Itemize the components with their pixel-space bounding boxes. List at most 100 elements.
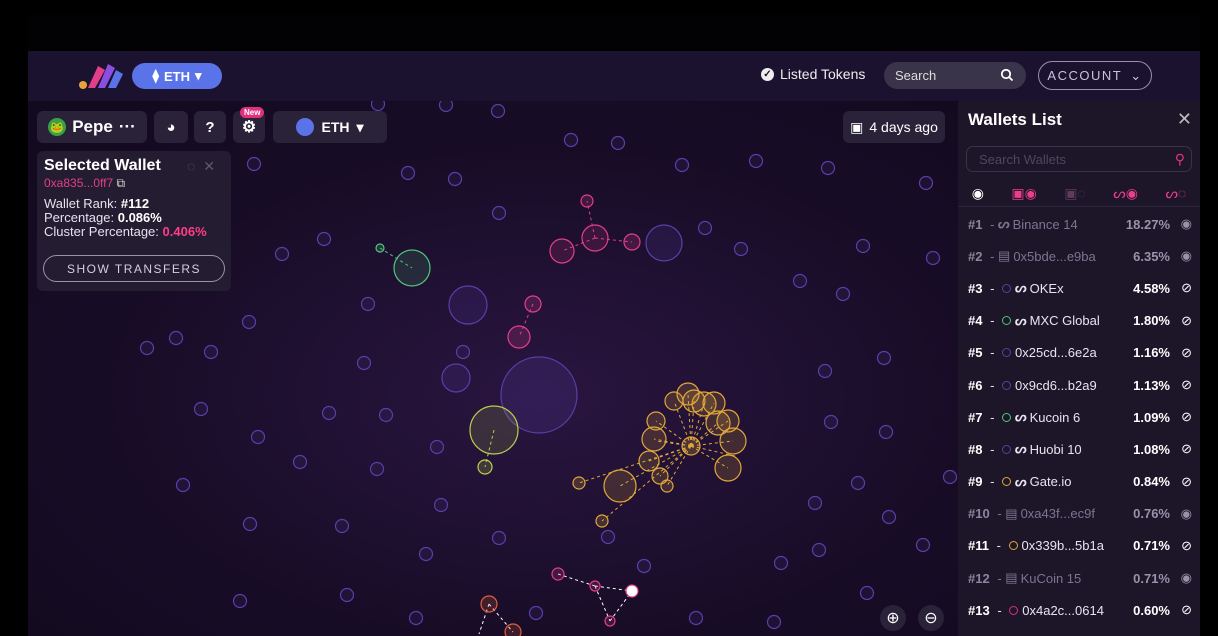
wallet-bubble[interactable]	[600, 529, 616, 545]
wallet-bubble[interactable]	[697, 220, 713, 236]
hide-eye-icon[interactable]: ◌	[187, 158, 203, 174]
wallet-bubble[interactable]	[429, 439, 445, 455]
exchanges-filter-icon[interactable]: ᔕ◉	[1113, 185, 1138, 202]
wallet-bubble[interactable]	[748, 153, 764, 169]
wallet-bubble[interactable]	[232, 593, 248, 609]
wallet-bubble[interactable]	[604, 615, 616, 627]
wallet-bubble[interactable]	[378, 407, 394, 423]
bubble-map[interactable]: 🐸 Pepe ··· ◕ ? ⚙ New ETH ▾ ▣ 4 days ago …	[28, 101, 958, 636]
wallet-bubble[interactable]	[334, 518, 350, 534]
wallet-row[interactable]: #12 - ▤ KuCoin 15 0.71% ◉	[958, 562, 1200, 594]
wallet-bubble[interactable]	[589, 580, 601, 592]
wallet-bubble[interactable]	[316, 231, 332, 247]
wallet-bubble[interactable]	[563, 132, 579, 148]
wallet-row[interactable]: #7 - ᔕ Kucoin 6 1.09% ⊘	[958, 401, 1200, 433]
wallet-bubble[interactable]	[400, 165, 416, 181]
wallet-bubble[interactable]	[766, 614, 782, 630]
wallet-bubble[interactable]	[408, 610, 424, 626]
wallet-bubble[interactable]	[835, 286, 851, 302]
wallet-bubble[interactable]	[370, 101, 386, 112]
wallet-bubble[interactable]	[636, 558, 652, 574]
contracts-filter-icon[interactable]: ▣◉	[1011, 185, 1036, 202]
wallet-bubble[interactable]	[246, 156, 262, 172]
wallet-bubble[interactable]	[702, 391, 726, 415]
wallet-bubble[interactable]	[441, 363, 471, 393]
eye-off-icon[interactable]: ⊘	[1181, 602, 1192, 618]
wallet-bubble[interactable]	[688, 610, 704, 626]
eye-icon[interactable]: ◉	[1181, 506, 1192, 522]
eye-off-icon[interactable]: ⊘	[1181, 538, 1192, 554]
wallet-bubble[interactable]	[551, 567, 565, 581]
wallet-bubble[interactable]	[447, 171, 463, 187]
wallet-bubble[interactable]	[855, 238, 871, 254]
listed-tokens-link[interactable]: ✓ Listed Tokens	[761, 66, 865, 82]
wallet-bubble[interactable]	[925, 250, 941, 266]
wallet-bubble[interactable]	[250, 429, 266, 445]
wallet-bubble[interactable]	[733, 241, 749, 257]
wallet-bubble[interactable]	[241, 314, 257, 330]
wallet-bubble[interactable]	[360, 296, 376, 312]
wallet-bubble[interactable]	[418, 546, 434, 562]
wallet-bubble[interactable]	[719, 427, 747, 455]
wallet-bubble[interactable]	[881, 509, 897, 525]
wallet-bubble[interactable]	[876, 350, 892, 366]
wallet-bubble[interactable]	[682, 389, 706, 413]
wallet-address[interactable]: 0xa835...0ff7 ⧉	[44, 176, 224, 191]
contracts-hidden-filter-icon[interactable]: ▣◌	[1064, 185, 1086, 202]
wallet-bubble[interactable]	[168, 330, 184, 346]
wallet-bubble[interactable]	[811, 542, 827, 558]
wallet-bubble[interactable]	[641, 426, 667, 452]
eye-off-icon[interactable]: ⊘	[1181, 345, 1192, 361]
wallet-bubble[interactable]	[859, 585, 875, 601]
eye-off-icon[interactable]: ⊘	[1181, 377, 1192, 393]
wallet-bubble[interactable]	[581, 224, 609, 252]
wallet-bubble[interactable]	[714, 454, 742, 482]
close-icon[interactable]: ✕	[203, 158, 223, 174]
wallet-bubble[interactable]	[175, 477, 191, 493]
chain-selector[interactable]: ETH ▾	[273, 111, 387, 143]
wallet-bubble[interactable]	[292, 454, 308, 470]
wallet-bubble[interactable]	[645, 224, 683, 262]
wallet-row[interactable]: #9 - ᔕ Gate.io 0.84% ⊘	[958, 466, 1200, 498]
wallet-bubble[interactable]	[455, 344, 471, 360]
wallet-bubble[interactable]	[773, 555, 789, 571]
wallet-bubble[interactable]	[490, 103, 506, 119]
wallet-bubble[interactable]	[321, 405, 337, 421]
wallet-bubble[interactable]	[193, 401, 209, 417]
wallet-bubble[interactable]	[610, 135, 626, 151]
wallet-bubble[interactable]	[716, 409, 740, 433]
wallet-bubble[interactable]	[203, 344, 219, 360]
wallet-bubble[interactable]	[915, 537, 931, 553]
eye-icon[interactable]: ◉	[1181, 248, 1192, 264]
zoom-in-button[interactable]: ⊕	[880, 605, 906, 631]
close-icon[interactable]: ✕	[1177, 109, 1192, 130]
wallet-bubble[interactable]	[504, 623, 522, 636]
eye-off-icon[interactable]: ⊘	[1181, 474, 1192, 490]
wallet-bubble[interactable]	[817, 363, 833, 379]
snapshot-date-button[interactable]: ▣ 4 days ago	[843, 111, 945, 143]
wallet-bubble[interactable]	[356, 355, 372, 371]
search-input[interactable]: Search	[884, 62, 1026, 89]
wallet-bubble[interactable]	[507, 325, 531, 349]
bubblemaps-logo-icon[interactable]	[78, 60, 124, 90]
wallet-bubble[interactable]	[491, 205, 507, 221]
wallet-row[interactable]: #4 - ᔕ MXC Global 1.80% ⊘	[958, 305, 1200, 337]
wallet-bubble[interactable]	[438, 101, 454, 113]
network-selector[interactable]: ⧫ ETH ▾	[132, 63, 222, 89]
wallet-row[interactable]: #2 - ▤ 0x5bde...e9ba 6.35% ◉	[958, 240, 1200, 272]
search-icon[interactable]: ⚲	[1175, 151, 1185, 168]
eye-icon[interactable]: ◉	[1181, 216, 1192, 232]
wallet-row[interactable]: #1 - ᔕ Binance 14 18.27% ◉	[958, 208, 1200, 240]
wallet-bubble[interactable]	[623, 233, 641, 251]
wallet-bubble[interactable]	[448, 285, 488, 325]
wallet-bubble[interactable]	[918, 175, 934, 191]
wallet-bubble[interactable]	[339, 587, 355, 603]
search-icon[interactable]	[1000, 68, 1014, 82]
wallet-bubble[interactable]	[823, 414, 839, 430]
wallet-bubble[interactable]	[491, 530, 507, 546]
wallet-row[interactable]: #8 - ᔕ Huobi 10 1.08% ⊘	[958, 433, 1200, 465]
wallet-bubble[interactable]	[375, 243, 385, 253]
show-all-eye-icon[interactable]: ◉	[972, 185, 984, 202]
eye-off-icon[interactable]: ⊘	[1181, 441, 1192, 457]
eye-off-icon[interactable]: ⊘	[1181, 280, 1192, 296]
